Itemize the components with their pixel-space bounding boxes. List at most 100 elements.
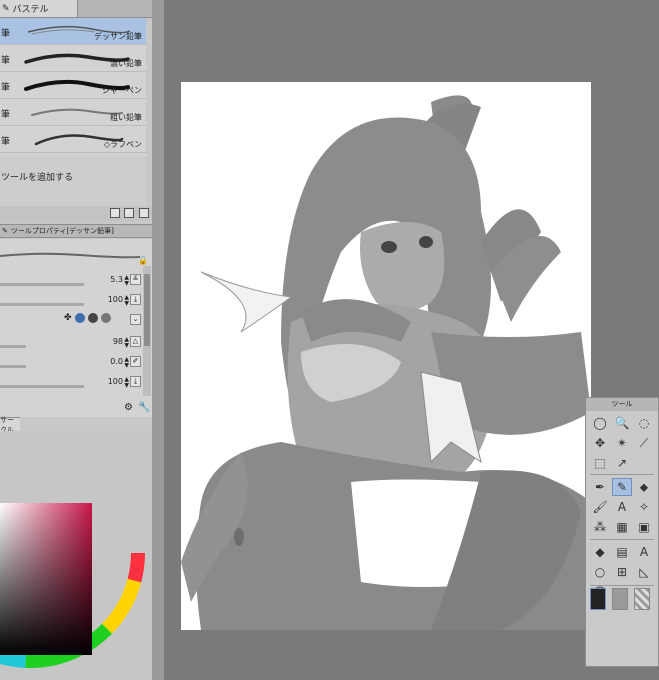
- lasso-select-icon[interactable]: ◯: [590, 414, 610, 432]
- object-select-icon[interactable]: ↗: [612, 454, 632, 472]
- lock-icon[interactable]: 🔓: [138, 256, 148, 265]
- star-icon[interactable]: ✤: [64, 313, 72, 323]
- density-slider[interactable]: [0, 345, 26, 348]
- chevron-down-icon[interactable]: ⌄: [130, 314, 141, 325]
- tool-property-panel: 🔓 5.3 ▲ ▼ ≚ 100 ▲ ▼ ⤓ ✤ ⌄ 98 ▲ ▼ △ 0.0 ▲…: [0, 239, 152, 417]
- pen-pressure-icon[interactable]: ✐: [130, 356, 141, 367]
- brush-size-slider[interactable]: [0, 283, 84, 286]
- opacity-value[interactable]: 100: [108, 295, 123, 304]
- brush-name: 粗い鉛筆: [110, 113, 142, 122]
- gradient-icon[interactable]: ▤: [612, 543, 632, 561]
- copy-icon[interactable]: [110, 208, 120, 218]
- blend-value[interactable]: 100: [108, 377, 123, 386]
- brush-name: 濃い鉛筆: [110, 59, 142, 68]
- dock-splitter[interactable]: [152, 0, 164, 680]
- tool-divider: [590, 585, 654, 586]
- brush-tip-soft[interactable]: [100, 313, 111, 323]
- color-wheel[interactable]: [0, 431, 152, 680]
- sparkle-icon[interactable]: ✴: [612, 434, 632, 452]
- color-circle-panel: [0, 431, 152, 680]
- density-row[interactable]: 98 ▲ ▼ △: [0, 336, 143, 349]
- brush-icon: ✎: [2, 227, 8, 235]
- spin-icon[interactable]: ▲ ▼: [124, 275, 129, 287]
- tool-palette: ツール ◯ 🔍 ◌ ✥ ✴ ⟋ ⬚ ↗ ✒ ✎ ⬥ 🖌 A ✧ ⁂ ▦ ▣ ◆ …: [585, 397, 659, 667]
- artwork-sketch: [181, 95, 591, 630]
- brush-item[interactable]: 筆 シャーペン: [0, 72, 146, 99]
- new-sub-tool-icon[interactable]: [124, 208, 134, 218]
- pressure-icon[interactable]: ≚: [130, 274, 141, 285]
- tool-divider: [590, 474, 654, 475]
- tab-pastel-label: パステル: [12, 5, 49, 15]
- property-footer: ⚙ 🔧: [0, 398, 152, 416]
- brush-tip-hard[interactable]: [74, 313, 85, 323]
- wrench-icon[interactable]: 🔧: [138, 402, 150, 413]
- brush-item[interactable]: 筆 ◇ラフペン: [0, 126, 146, 153]
- download-icon[interactable]: ⤓: [130, 376, 141, 387]
- spin-icon[interactable]: ▲ ▼: [124, 357, 129, 369]
- tool-group-top: ◯ 🔍 ◌ ✥ ✴ ⟋ ⬚ ↗: [590, 414, 654, 472]
- opacity-slider[interactable]: [0, 303, 84, 306]
- brush-shape-row[interactable]: ✤ ⌄: [0, 313, 143, 327]
- brush-item[interactable]: 筆 粗い鉛筆: [0, 99, 146, 126]
- opacity-row[interactable]: 100 ▲ ▼ ⤓: [0, 294, 143, 307]
- grid-icon[interactable]: ▦: [612, 518, 632, 536]
- eyedropper-icon[interactable]: ⟋: [634, 434, 654, 452]
- shape-icon[interactable]: ○: [590, 563, 610, 581]
- triangle-icon[interactable]: △: [130, 336, 141, 347]
- trash-icon[interactable]: [139, 208, 149, 218]
- brush-item[interactable]: 筆 デッサン鉛筆: [0, 18, 146, 45]
- tool-palette-title: ツール: [586, 398, 658, 411]
- download-icon[interactable]: ⤓: [130, 294, 141, 305]
- selection-icon[interactable]: ◌: [634, 414, 654, 432]
- tab-pastel[interactable]: ✎ パステル: [0, 0, 78, 17]
- text-tool-icon[interactable]: A: [634, 543, 654, 561]
- ruler-icon[interactable]: ◺: [634, 563, 654, 581]
- pencil-icon: ✎: [2, 3, 10, 14]
- blend-slider[interactable]: [0, 385, 84, 388]
- stabilization-slider[interactable]: [0, 365, 26, 368]
- blend-icon[interactable]: ✧: [634, 498, 654, 516]
- drawing-canvas[interactable]: [181, 82, 591, 630]
- scrollbar-thumb[interactable]: [144, 274, 150, 346]
- density-value[interactable]: 98: [113, 337, 123, 346]
- settings-icon[interactable]: ⚙: [124, 402, 133, 413]
- pencil-tool-icon[interactable]: ✎: [612, 478, 632, 496]
- stabilization-value[interactable]: 0.0: [110, 357, 123, 366]
- brush-prefix: 筆: [1, 110, 11, 120]
- layer-move-icon[interactable]: ⬚: [590, 454, 610, 472]
- frame-icon[interactable]: ▣: [634, 518, 654, 536]
- sub-tool-footer: [0, 206, 152, 221]
- stabilization-row[interactable]: 0.0 ▲ ▼ ✐: [0, 356, 143, 369]
- brush-prefix: 筆: [1, 29, 11, 39]
- fill-icon[interactable]: ◆: [590, 543, 610, 561]
- blend-row[interactable]: 100 ▲ ▼ ⤓: [0, 376, 143, 389]
- sub-color-swatch[interactable]: [612, 588, 628, 610]
- zoom-icon[interactable]: 🔍: [612, 414, 632, 432]
- decoration-icon[interactable]: ⁂: [590, 518, 610, 536]
- stroke-preview: [0, 252, 140, 259]
- add-tool-row[interactable]: ツールを追加する: [0, 156, 146, 206]
- brush-size-value[interactable]: 5.3: [110, 275, 123, 284]
- brush-prefix: 筆: [1, 56, 11, 66]
- tool-divider: [590, 539, 654, 540]
- brush-item[interactable]: 筆 濃い鉛筆: [0, 45, 146, 72]
- brush-size-row[interactable]: 5.3 ▲ ▼ ≚: [0, 274, 143, 287]
- property-scrollbar[interactable]: [143, 266, 151, 396]
- spin-icon[interactable]: ▲ ▼: [124, 295, 129, 307]
- brush-tip-medium[interactable]: [87, 313, 98, 323]
- add-tool-label: ツールを追加する: [1, 173, 74, 183]
- pen-icon[interactable]: ✒: [590, 478, 610, 496]
- spin-icon[interactable]: ▲ ▼: [124, 337, 129, 349]
- brush-name: ◇ラフペン: [103, 140, 142, 149]
- panel-frame-icon[interactable]: ⊞: [612, 563, 632, 581]
- spin-icon[interactable]: ▲ ▼: [124, 377, 129, 389]
- brush-tip-options[interactable]: ✤: [64, 313, 111, 323]
- brush-prefix: 筆: [1, 137, 11, 147]
- brush-tool-icon[interactable]: 🖌: [590, 498, 610, 516]
- main-color-swatch[interactable]: [590, 588, 606, 610]
- transparent-swatch[interactable]: [634, 588, 650, 610]
- text-icon[interactable]: A: [612, 498, 632, 516]
- eraser-icon[interactable]: ⬥: [634, 478, 654, 496]
- color-circle-tab[interactable]: サークル: [0, 416, 20, 434]
- move-icon[interactable]: ✥: [590, 434, 610, 452]
